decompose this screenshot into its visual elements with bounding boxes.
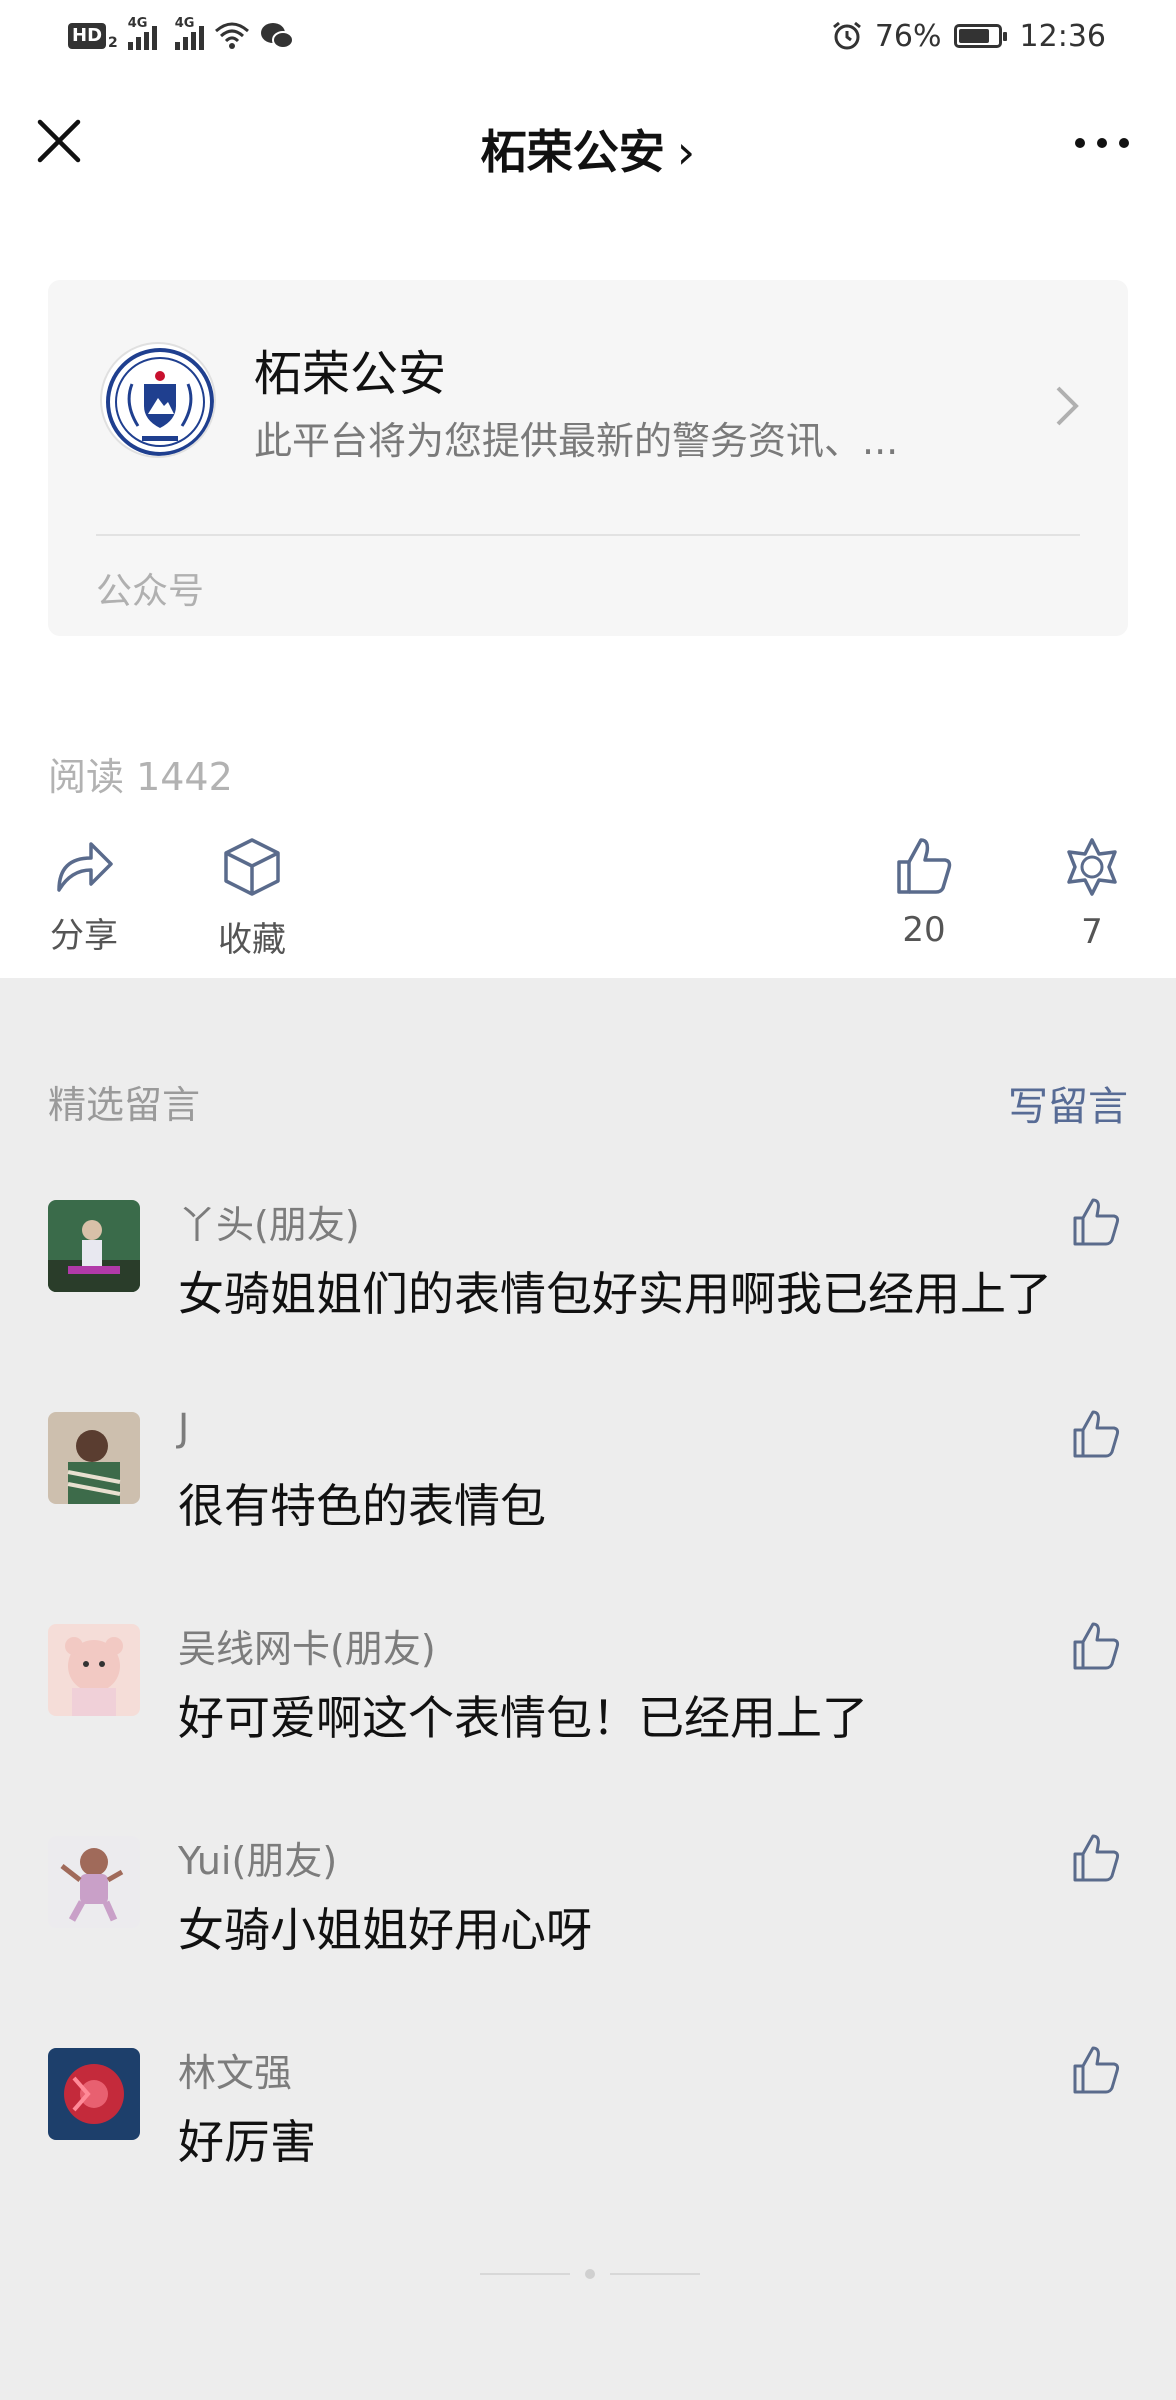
hd-sub-label: 2	[108, 35, 118, 51]
comment-nickname: 吴线网卡(朋友)	[178, 1627, 436, 1671]
account-title-link[interactable]: 柘荣公安 ›	[0, 116, 1176, 182]
status-right: 76% 12:36	[831, 16, 1106, 56]
more-icon[interactable]	[1068, 128, 1136, 158]
end-of-list-indicator	[480, 2269, 700, 2279]
avatar[interactable]	[48, 1836, 140, 1928]
like-count: 20	[902, 910, 946, 950]
article-page: HD 2 4G 4G 76% 12:36 柘荣公安 › 柘荣公安 此平台将为您提…	[0, 0, 1176, 2400]
hd-icon: HD	[68, 23, 107, 49]
status-bar: HD 2 4G 4G 76% 12:36	[0, 0, 1176, 72]
comment-nickname: 林文强	[178, 2051, 293, 2095]
article-footer-area: HD 2 4G 4G 76% 12:36 柘荣公安 › 柘荣公安 此平台将为您提…	[0, 0, 1176, 978]
comment-text: 很有特色的表情包	[178, 1479, 546, 1533]
network-type-label: 4G	[127, 16, 148, 31]
account-type-label: 公众号	[96, 571, 205, 612]
divider	[96, 534, 1080, 536]
selected-comments-title: 精选留言	[48, 1083, 201, 1127]
comment-nickname: J	[178, 1406, 190, 1450]
write-comment-button[interactable]: 写留言	[1008, 1074, 1128, 1132]
comment-text: 女骑小姐姐好用心呀	[178, 1903, 592, 1957]
account-description: 此平台将为您提供最新的警务资讯、...	[254, 419, 899, 463]
avatar[interactable]	[48, 1412, 140, 1504]
thumbs-up-icon[interactable]	[1070, 1196, 1122, 1248]
thumbs-up-icon[interactable]	[1070, 1620, 1122, 1672]
favorite-button[interactable]: 收藏	[192, 836, 312, 961]
battery-icon	[953, 24, 1007, 48]
police-logo	[100, 342, 216, 458]
comment-item: 丫头(朋友) 女骑姐姐们的表情包好实用啊我已经用上了	[0, 1198, 1176, 1400]
thumbs-up-icon[interactable]	[1070, 2044, 1122, 2096]
page-title: 柘荣公安	[480, 125, 665, 179]
signal-icon: 4G	[127, 16, 157, 50]
share-icon	[57, 842, 113, 892]
battery-percent: 76%	[874, 18, 942, 54]
comment-text: 好厉害	[178, 2115, 316, 2169]
read-count: 阅读 1442	[48, 755, 233, 799]
chevron-right-icon: ›	[676, 125, 696, 179]
thumbs-up-icon[interactable]	[1070, 1832, 1122, 1884]
comment-text: 好可爱啊这个表情包！已经用上了	[178, 1691, 868, 1745]
avatar[interactable]	[48, 1624, 140, 1716]
comment-nickname: 丫头(朋友)	[178, 1203, 360, 1247]
comment-nickname: Yui(朋友)	[178, 1839, 338, 1883]
nav-header: 柘荣公安 ›	[0, 88, 1176, 198]
wow-count: 7	[1081, 912, 1103, 952]
cube-icon	[224, 838, 280, 896]
comment-item: 吴线网卡(朋友) 好可爱啊这个表情包！已经用上了	[0, 1622, 1176, 1824]
wifi-icon	[214, 22, 249, 49]
network-type-label: 4G	[174, 16, 195, 31]
chevron-right-icon	[1056, 386, 1079, 426]
signal-icon: 4G	[174, 16, 204, 50]
comment-item: J 很有特色的表情包	[0, 1406, 1176, 1612]
alarm-icon	[832, 21, 861, 50]
share-label: 分享	[50, 916, 118, 956]
clock: 12:36	[1019, 18, 1106, 54]
thumbs-up-icon	[897, 838, 952, 894]
comment-item: 林文强 好厉害	[0, 2046, 1176, 2248]
wechat-notification-icon	[260, 23, 294, 49]
account-name: 柘荣公安	[254, 346, 447, 402]
wow-star-icon	[1067, 838, 1117, 896]
comment-text: 女骑姐姐们的表情包好实用啊我已经用上了	[178, 1267, 1052, 1321]
account-card[interactable]: 柘荣公安 此平台将为您提供最新的警务资讯、... 公众号	[48, 280, 1128, 636]
wow-button[interactable]: 7	[1032, 836, 1152, 952]
avatar[interactable]	[48, 2048, 140, 2140]
comment-item: Yui(朋友) 女骑小姐姐好用心呀	[0, 1834, 1176, 2036]
favorite-label: 收藏	[218, 920, 286, 960]
avatar[interactable]	[48, 1200, 140, 1292]
share-button[interactable]: 分享	[24, 836, 144, 957]
like-button[interactable]: 20	[864, 836, 984, 950]
status-left: HD 2 4G 4G	[68, 16, 294, 54]
thumbs-up-icon[interactable]	[1070, 1408, 1122, 1460]
